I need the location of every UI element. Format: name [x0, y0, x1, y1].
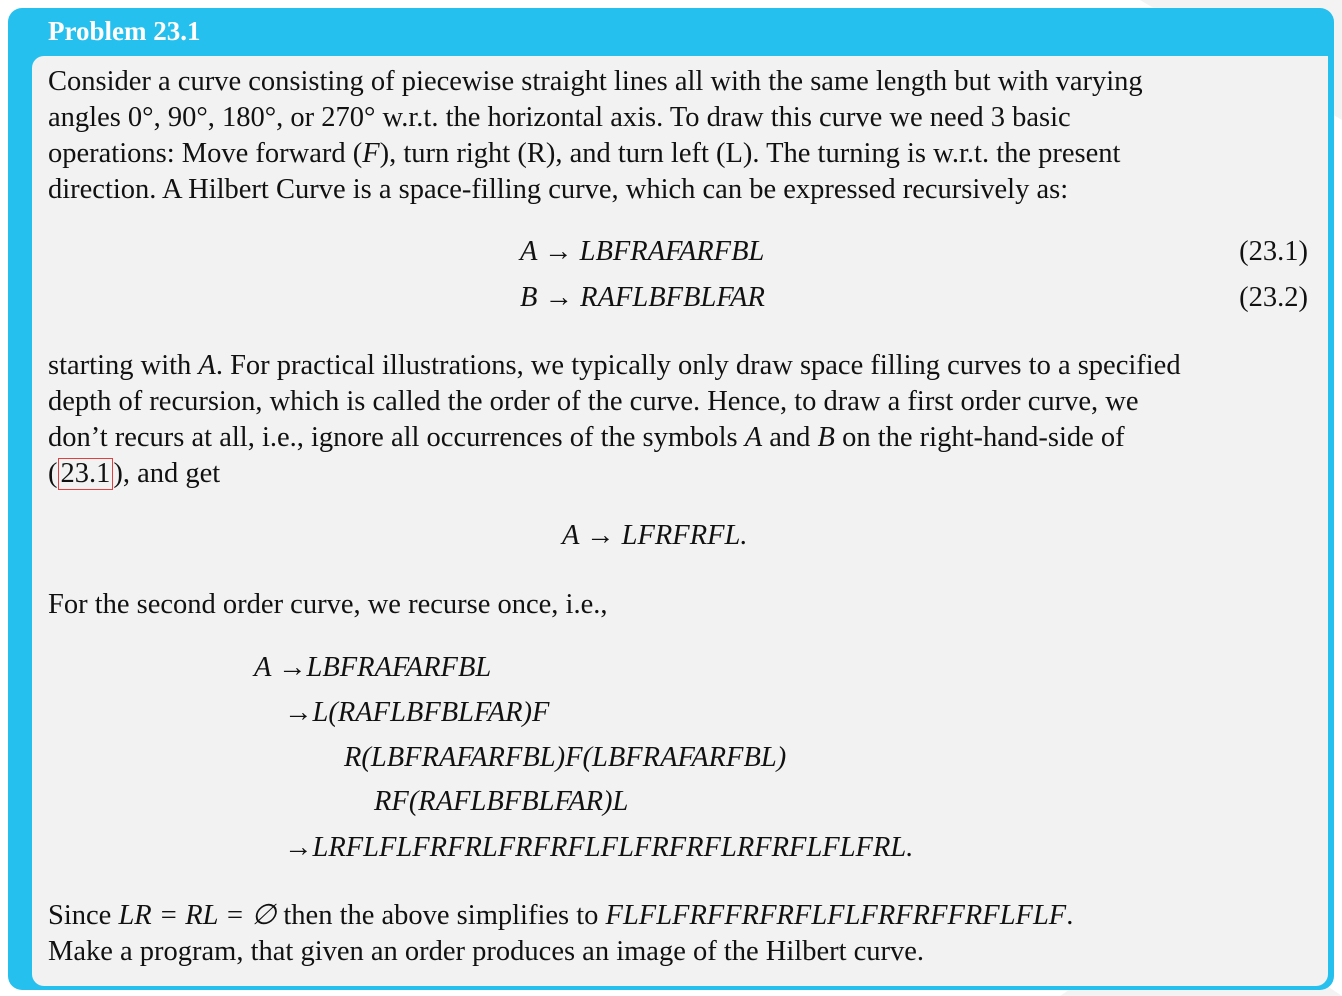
intro-line-2: angles 0°, 90°, 180°, or 270° w.r.t. the…	[48, 102, 1071, 133]
equation-23-1: A → LBFRAFARFBL	[520, 236, 765, 267]
derivation-line-1: A →LBFRAFARFBL	[254, 652, 492, 683]
order-line-4: (23.1), and get	[48, 458, 221, 490]
order-line-3: don’t recurs at all, i.e., ignore all oc…	[48, 422, 1125, 453]
problem-title: Problem 23.1	[48, 16, 201, 46]
equation-number-23-2: (23.2)	[1239, 282, 1308, 313]
intro-paragraph: Consider a curve consisting of piecewise…	[48, 64, 1310, 208]
order-line-2: depth of recursion, which is called the …	[48, 386, 1139, 417]
intro-line-1: Consider a curve consisting of piecewise…	[48, 66, 1143, 97]
conclusion-line-1: Since LR = RL = ∅ then the above simplif…	[48, 900, 1074, 931]
order-paragraph: starting with A. For practical illustrat…	[48, 348, 1310, 492]
intro-line-4: direction. A Hilbert Curve is a space-fi…	[48, 174, 1069, 205]
equation-number-23-1: (23.1)	[1239, 236, 1308, 267]
conclusion-line-2: Make a program, that given an order prod…	[48, 936, 925, 967]
derivation-line-4: RF(RAFLBFBLFAR)L	[374, 786, 629, 817]
derivation-line-3: R(LBFRAFARFBL)F(LBFRAFARFBL)	[344, 742, 787, 773]
derivation-line-5: →LRFLFLFRFRLFRFRFLFLFRFRFLRFRFLFLFRL.	[284, 832, 914, 863]
order-line-1: starting with A. For practical illustrat…	[48, 350, 1181, 381]
conclusion-paragraph: Since LR = RL = ∅ then the above simplif…	[48, 898, 1310, 970]
first-order-equation: A → LFRFRFL.	[562, 520, 748, 551]
equation-reference-link[interactable]: 23.1	[57, 458, 114, 490]
second-order-intro: For the second order curve, we recurse o…	[48, 589, 608, 620]
derivation-line-2: →L(RAFLBFBLFAR)F	[284, 697, 550, 728]
intro-line-3: operations: Move forward (F), turn right…	[48, 138, 1121, 169]
equation-23-2: B → RAFLBFBLFAR	[520, 282, 765, 313]
